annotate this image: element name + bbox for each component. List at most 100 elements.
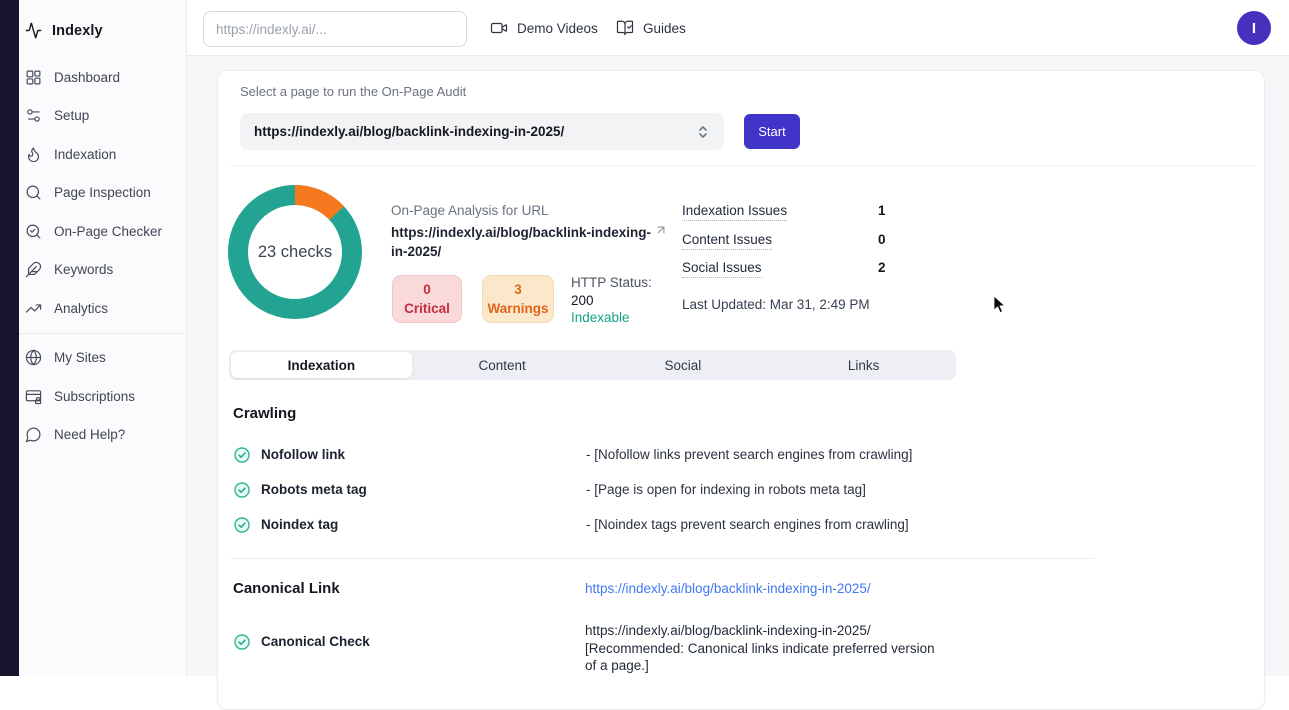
canonical-check-note: https://indexly.ai/blog/backlink-indexin… (585, 622, 955, 675)
audit-tabs: Indexation Content Social Links (229, 350, 956, 380)
analysis-title: On-Page Analysis for URL (391, 203, 549, 218)
http-status-label: HTTP Status: (571, 274, 652, 292)
sidebar-item-my-sites[interactable]: My Sites (19, 339, 186, 378)
mouse-cursor (993, 295, 1007, 315)
crawl-row-robots: Robots meta tag (234, 481, 367, 498)
brand[interactable]: Indexly (19, 0, 186, 44)
issue-stats: Indexation Issues 1 Content Issues 0 Soc… (682, 203, 1078, 289)
warnings-count: 3 (514, 280, 522, 299)
demo-videos-label: Demo Videos (517, 21, 598, 36)
page-select-dropdown[interactable]: https://indexly.ai/blog/backlink-indexin… (240, 113, 724, 150)
search-icon (25, 184, 42, 201)
sidebar-item-need-help[interactable]: Need Help? (19, 416, 186, 455)
crawl-row-nofollow: Nofollow link (234, 446, 345, 463)
crawl-check-note: - [Nofollow links prevent search engines… (586, 447, 912, 462)
on-page-audit-card: Select a page to run the On-Page Audit h… (217, 70, 1265, 710)
sidebar-item-subscriptions[interactable]: Subscriptions (19, 377, 186, 416)
crawl-check-note: - [Noindex tags prevent search engines f… (586, 517, 909, 532)
indexation-issues-link[interactable]: Indexation Issues (682, 203, 787, 221)
activity-logo-icon (25, 22, 42, 39)
analysis-url: https://indexly.ai/blog/backlink-indexin… (391, 223, 653, 261)
guides-button[interactable]: Guides (616, 0, 686, 56)
tab-social[interactable]: Social (593, 352, 774, 378)
video-camera-icon (490, 19, 508, 37)
sidebar-divider (19, 333, 186, 334)
social-issues-count: 2 (878, 260, 1078, 275)
stat-row-social: Social Issues 2 (682, 260, 1078, 278)
guides-label: Guides (643, 21, 686, 36)
crawl-check-label: Nofollow link (261, 447, 345, 462)
site-url-input[interactable]: https://indexly.ai/... (203, 11, 467, 47)
section-divider (231, 558, 1094, 559)
content-issues-link[interactable]: Content Issues (682, 232, 772, 250)
sidebar-item-analytics[interactable]: Analytics (19, 289, 186, 328)
sidebar-item-label: Keywords (54, 262, 113, 277)
donut-center-label: 23 checks (228, 185, 362, 319)
critical-count: 0 (423, 280, 431, 299)
crawl-check-label: Noindex tag (261, 517, 338, 532)
check-pass-icon (234, 447, 250, 463)
canonical-check-label: Canonical Check (261, 634, 370, 649)
sidebar-item-dashboard[interactable]: Dashboard (19, 58, 186, 97)
crawling-heading: Crawling (233, 405, 296, 422)
sidebar-item-page-inspection[interactable]: Page Inspection (19, 174, 186, 213)
check-pass-icon (234, 517, 250, 533)
canonical-url-link[interactable]: https://indexly.ai/blog/backlink-indexin… (585, 581, 871, 596)
selected-page-url: https://indexly.ai/blog/backlink-indexin… (254, 124, 696, 139)
select-page-label: Select a page to run the On-Page Audit (240, 84, 466, 99)
social-issues-link[interactable]: Social Issues (682, 260, 762, 278)
http-status-value: 200 (571, 292, 652, 310)
subscription-card-icon (25, 388, 42, 405)
feather-icon (25, 261, 42, 278)
check-pass-icon (234, 482, 250, 498)
external-link-icon[interactable] (654, 223, 668, 237)
book-guides-icon (616, 19, 634, 37)
sidebar-item-label: Dashboard (54, 70, 120, 85)
trending-up-icon (25, 300, 42, 317)
user-avatar[interactable]: I (1237, 11, 1271, 45)
last-updated: Last Updated: Mar 31, 2:49 PM (682, 297, 870, 312)
indexation-issues-count: 1 (878, 203, 1078, 218)
tab-indexation[interactable]: Indexation (231, 352, 412, 378)
indexable-status: Indexable (571, 309, 652, 327)
chat-bubble-icon (25, 426, 42, 443)
tab-links[interactable]: Links (773, 352, 954, 378)
crawl-row-noindex: Noindex tag (234, 516, 338, 533)
critical-label: Critical (404, 299, 450, 318)
sidebar-item-label: Indexation (54, 147, 116, 162)
main-area: Select a page to run the On-Page Audit h… (187, 56, 1289, 676)
sidebar-item-label: Subscriptions (54, 389, 135, 404)
check-pass-icon (234, 634, 250, 650)
sidebar-item-setup[interactable]: Setup (19, 97, 186, 136)
demo-videos-button[interactable]: Demo Videos (490, 0, 598, 56)
sidebar-item-label: Analytics (54, 301, 108, 316)
sidebar: Indexly Dashboard Setup Indexation Page … (19, 0, 187, 676)
sidebar-item-label: Setup (54, 108, 89, 123)
sidebar-item-label: Need Help? (54, 427, 125, 442)
section-divider (230, 165, 1254, 166)
critical-badge: 0 Critical (392, 275, 462, 323)
sidebar-item-label: On-Page Checker (54, 224, 162, 239)
warnings-badge: 3 Warnings (482, 275, 554, 323)
sidebar-item-on-page-checker[interactable]: On-Page Checker (19, 212, 186, 251)
sidebar-item-label: My Sites (54, 350, 106, 365)
search-check-icon (25, 223, 42, 240)
left-dark-rail (0, 0, 19, 676)
tab-content[interactable]: Content (412, 352, 593, 378)
stat-row-content: Content Issues 0 (682, 232, 1078, 250)
crawl-check-note: - [Page is open for indexing in robots m… (586, 482, 866, 497)
start-audit-button[interactable]: Start (744, 114, 800, 149)
stat-row-indexation: Indexation Issues 1 (682, 203, 1078, 221)
globe-icon (25, 349, 42, 366)
sidebar-item-label: Page Inspection (54, 185, 151, 200)
sidebar-item-keywords[interactable]: Keywords (19, 251, 186, 290)
sidebar-item-indexation[interactable]: Indexation (19, 135, 186, 174)
warnings-label: Warnings (487, 299, 548, 318)
crawl-check-label: Robots meta tag (261, 482, 367, 497)
sliders-icon (25, 107, 42, 124)
checks-donut-chart: 23 checks (228, 185, 362, 319)
select-chevrons-icon (696, 124, 710, 140)
brand-name: Indexly (52, 23, 103, 39)
flame-icon (25, 146, 42, 163)
dashboard-grid-icon (25, 69, 42, 86)
